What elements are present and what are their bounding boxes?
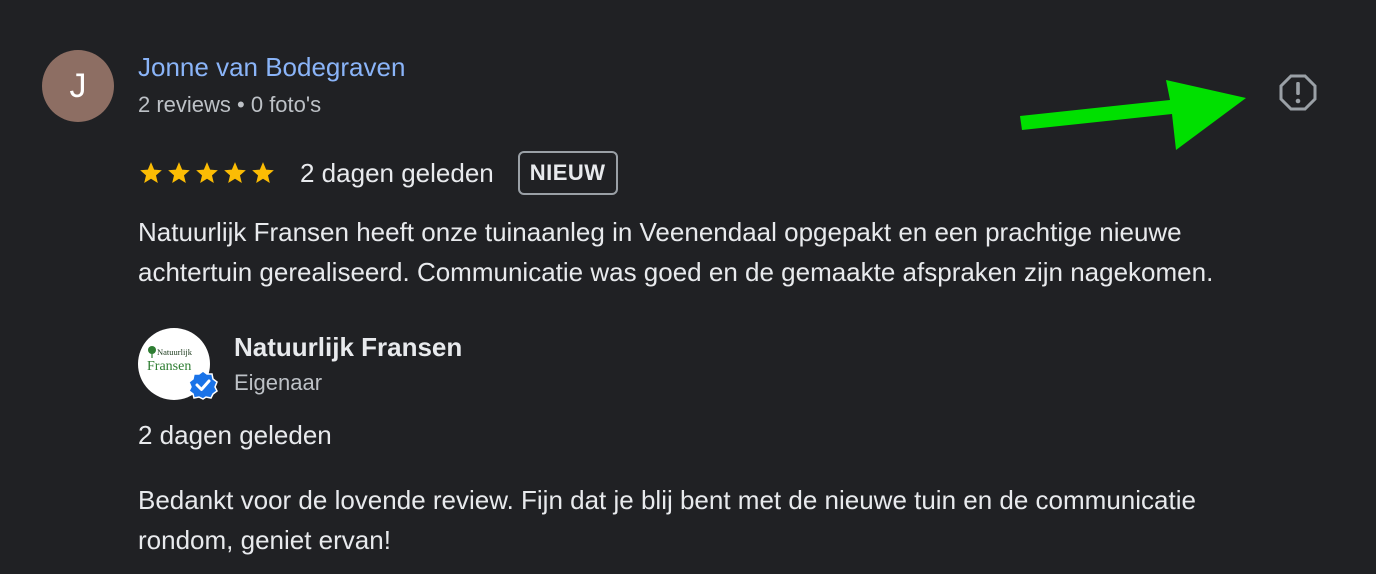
logo-text-bottom: Fransen [147, 359, 191, 374]
star-icon [224, 162, 246, 183]
star-icon [196, 162, 218, 183]
green-arrow-annotation [1020, 80, 1246, 150]
reply-text: Bedankt voor de lovende review. Fijn dat… [138, 480, 1348, 560]
review-text: Natuurlijk Fransen heeft onze tuinaanleg… [138, 212, 1348, 292]
owner-name: Natuurlijk Fransen [234, 332, 463, 362]
reviewer-meta: 2 reviews • 0 foto's [138, 92, 322, 117]
rating-row: 2 dagen geleden NIEUW [138, 150, 618, 196]
review-date: 2 dagen geleden [300, 157, 494, 188]
owner-avatar[interactable]: Natuurlijk Fransen [138, 328, 218, 400]
report-icon[interactable] [1278, 72, 1318, 112]
reply-text-line: rondom, geniet ervan! [138, 525, 391, 555]
star-icon [140, 162, 162, 183]
logo-text-top: Natuurlijk [157, 347, 193, 357]
reviewer-initial: J [69, 66, 87, 105]
star-icon [252, 162, 274, 183]
star-icon [168, 162, 190, 183]
star-rating [138, 160, 276, 186]
reviewer-name-link[interactable]: Jonne van Bodegraven [138, 52, 405, 83]
reply-date: 2 dagen geleden [138, 420, 332, 450]
reply-text-line: Bedankt voor de lovende review. Fijn dat… [138, 485, 1196, 515]
review-text-line: achtertuin gerealiseerd. Communicatie wa… [138, 257, 1214, 287]
owner-role: Eigenaar [234, 370, 323, 395]
review-text-line: Natuurlijk Fransen heeft onze tuinaanleg… [138, 217, 1182, 247]
new-badge: NIEUW [517, 151, 618, 195]
verified-badge-icon [188, 370, 218, 400]
reviewer-avatar[interactable]: J [42, 50, 114, 122]
